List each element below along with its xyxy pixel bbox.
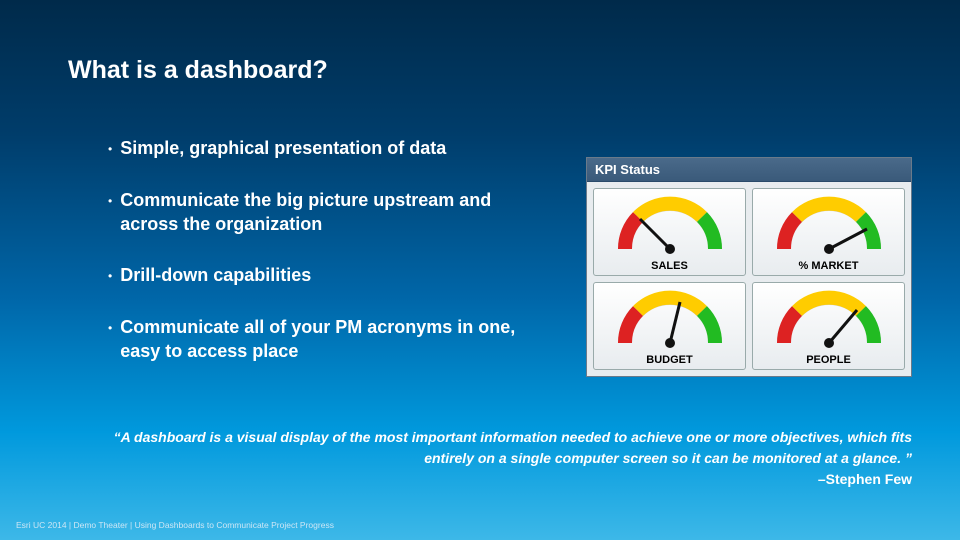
- kpi-widget-header: KPI Status: [587, 158, 911, 182]
- list-item: • Communicate the big picture upstream a…: [108, 188, 548, 237]
- bullet-text: Drill-down capabilities: [120, 263, 311, 287]
- kpi-gauge-budget: BUDGET: [593, 282, 746, 370]
- bullet-dot-icon: •: [108, 136, 112, 162]
- kpi-gauge-grid: SALES % MARKET BUDGET: [587, 182, 911, 376]
- list-item: • Drill-down capabilities: [108, 263, 548, 289]
- quote-text: “A dashboard is a visual display of the …: [114, 429, 912, 466]
- list-item: • Simple, graphical presentation of data: [108, 136, 548, 162]
- bullet-list: • Simple, graphical presentation of data…: [108, 136, 548, 389]
- kpi-status-widget: KPI Status SALES % MARKET: [586, 157, 912, 377]
- gauge-icon: [769, 288, 889, 352]
- kpi-gauge-people: PEOPLE: [752, 282, 905, 370]
- quote-block: “A dashboard is a visual display of the …: [92, 427, 912, 490]
- slide-footer: Esri UC 2014 | Demo Theater | Using Dash…: [16, 520, 334, 530]
- bullet-dot-icon: •: [108, 263, 112, 289]
- kpi-label: SALES: [651, 260, 688, 272]
- kpi-label: PEOPLE: [806, 354, 851, 366]
- gauge-icon: [610, 288, 730, 352]
- quote-attribution: –Stephen Few: [92, 469, 912, 490]
- kpi-label: % MARKET: [799, 260, 859, 272]
- gauge-icon: [769, 194, 889, 258]
- bullet-text: Communicate the big picture upstream and…: [120, 188, 548, 237]
- kpi-gauge-market: % MARKET: [752, 188, 905, 276]
- kpi-label: BUDGET: [646, 354, 692, 366]
- bullet-text: Simple, graphical presentation of data: [120, 136, 446, 160]
- bullet-dot-icon: •: [108, 188, 112, 214]
- kpi-gauge-sales: SALES: [593, 188, 746, 276]
- gauge-icon: [610, 194, 730, 258]
- list-item: • Communicate all of your PM acronyms in…: [108, 315, 548, 364]
- bullet-text: Communicate all of your PM acronyms in o…: [120, 315, 548, 364]
- slide-title: What is a dashboard?: [68, 56, 328, 85]
- bullet-dot-icon: •: [108, 315, 112, 341]
